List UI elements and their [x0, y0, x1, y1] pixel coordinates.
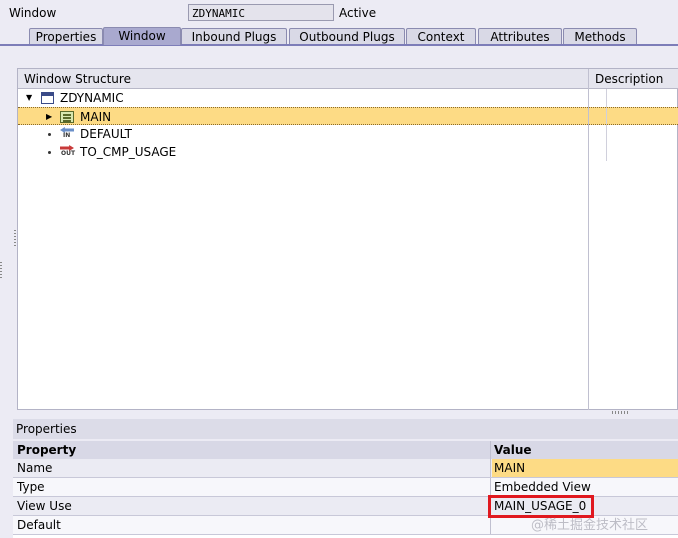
- tab-label: Attributes: [490, 30, 550, 44]
- tree-bullet-icon: [48, 151, 51, 154]
- property-name: Type: [17, 480, 45, 494]
- tree-row-zdynamic[interactable]: ▼ ZDYNAMIC: [18, 89, 678, 107]
- status-text: Active: [339, 6, 377, 20]
- column-divider: [490, 478, 491, 496]
- tree-row-to-cmp-usage[interactable]: OUT TO_CMP_USAGE: [18, 143, 678, 161]
- window-icon: [41, 92, 54, 104]
- tab-label: Methods: [574, 30, 626, 44]
- column-header-description[interactable]: Description: [595, 72, 663, 86]
- side-grip-handle[interactable]: [14, 230, 16, 246]
- property-value-type: Embedded View: [494, 480, 591, 494]
- expanded-arrow-icon[interactable]: ▼: [26, 89, 32, 107]
- tab-label: Window: [118, 29, 166, 43]
- properties-title-bar: [13, 419, 678, 439]
- row-divider: [606, 143, 607, 161]
- tab-properties[interactable]: Properties: [29, 28, 103, 44]
- property-name: Name: [17, 461, 53, 475]
- tab-context[interactable]: Context: [406, 28, 476, 44]
- tab-methods[interactable]: Methods: [563, 28, 637, 44]
- row-divider: [606, 89, 607, 107]
- row-divider: [606, 125, 607, 143]
- view-icon: [60, 111, 74, 123]
- column-header-value[interactable]: Value: [492, 441, 678, 459]
- tree-label: DEFAULT: [80, 127, 132, 141]
- tab-label: Properties: [35, 30, 97, 44]
- tab-inbound-plugs[interactable]: Inbound Plugs: [181, 28, 287, 44]
- tree-label: ZDYNAMIC: [60, 91, 124, 105]
- property-row-name[interactable]: Name MAIN: [13, 459, 678, 478]
- column-header-property[interactable]: Property: [17, 441, 76, 459]
- column-header-window-structure[interactable]: Window Structure: [24, 72, 131, 86]
- row-divider: [606, 108, 607, 124]
- tree-label: MAIN: [80, 110, 112, 124]
- tree-row-main[interactable]: ▶ MAIN: [18, 107, 678, 125]
- column-divider: [490, 516, 491, 534]
- window-name-field[interactable]: ZDYNAMIC: [188, 4, 334, 21]
- window-label: Window: [9, 6, 57, 20]
- tab-label: Context: [417, 30, 465, 44]
- property-value-name[interactable]: MAIN: [492, 459, 678, 477]
- property-name: View Use: [17, 499, 72, 513]
- column-divider: [490, 441, 491, 459]
- tab-outbound-plugs[interactable]: Outbound Plugs: [289, 28, 405, 44]
- left-grip-handle[interactable]: [0, 262, 2, 278]
- tab-attributes[interactable]: Attributes: [478, 28, 562, 44]
- properties-header-row: Property Value: [13, 441, 678, 460]
- column-divider: [490, 459, 491, 477]
- splitter-handle[interactable]: [612, 411, 630, 414]
- property-name: Default: [17, 518, 61, 532]
- tree-label: TO_CMP_USAGE: [80, 145, 177, 159]
- outbound-plug-icon: OUT: [60, 145, 75, 157]
- tab-label: Outbound Plugs: [299, 30, 395, 44]
- collapsed-arrow-icon[interactable]: ▶: [46, 108, 52, 126]
- watermark: @稀土掘金技术社区: [531, 518, 649, 533]
- tree-row-default[interactable]: IN DEFAULT: [18, 125, 678, 143]
- inbound-plug-icon: IN: [60, 127, 74, 139]
- column-divider[interactable]: [588, 69, 589, 410]
- tree-bullet-icon: [48, 133, 51, 136]
- properties-title: Properties: [16, 422, 77, 436]
- tab-label: Inbound Plugs: [191, 30, 277, 44]
- tab-window[interactable]: Window: [103, 27, 181, 45]
